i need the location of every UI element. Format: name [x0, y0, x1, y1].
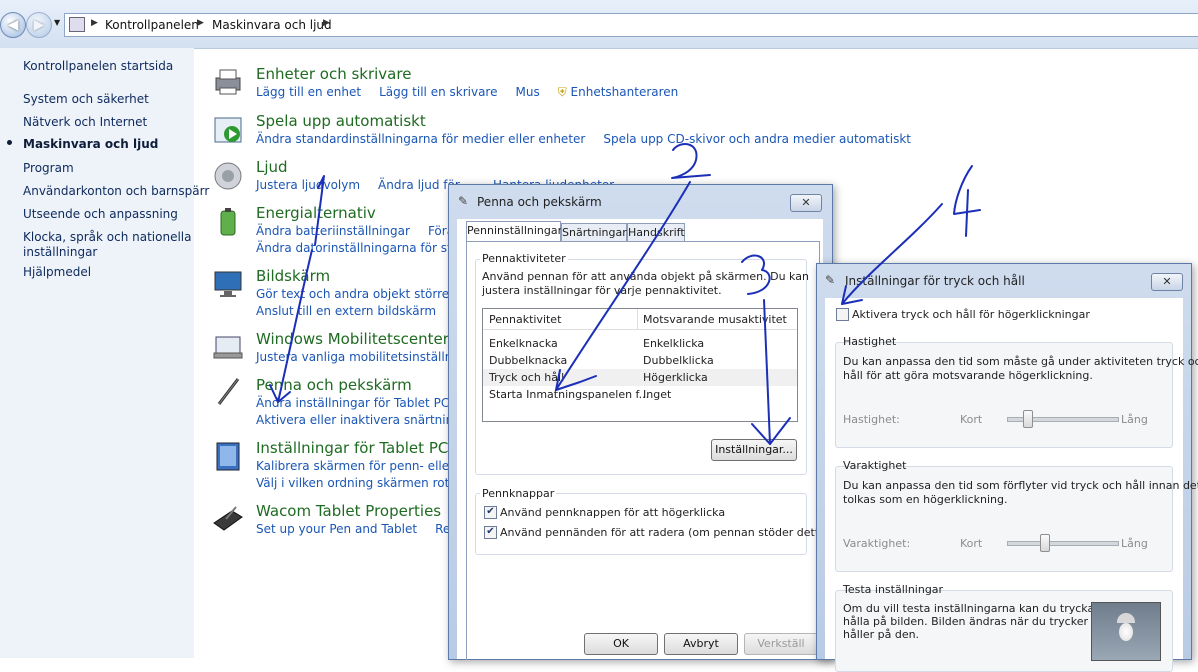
- handwritten-annotations: 1 2 3 4: [269, 143, 981, 445]
- annotation-4-stroke: [953, 165, 981, 237]
- annotation-arrow-4: [841, 203, 943, 305]
- annotation-arrowhead-3: [751, 417, 791, 445]
- annotation-arrow-3: [763, 299, 771, 445]
- annotation-3-stroke: [741, 254, 771, 295]
- annotation-1-stroke: [314, 175, 325, 246]
- annotation-arrow-2: [555, 181, 691, 391]
- annotation-arrow-1: [277, 249, 313, 403]
- annotation-2-stroke: [671, 143, 711, 179]
